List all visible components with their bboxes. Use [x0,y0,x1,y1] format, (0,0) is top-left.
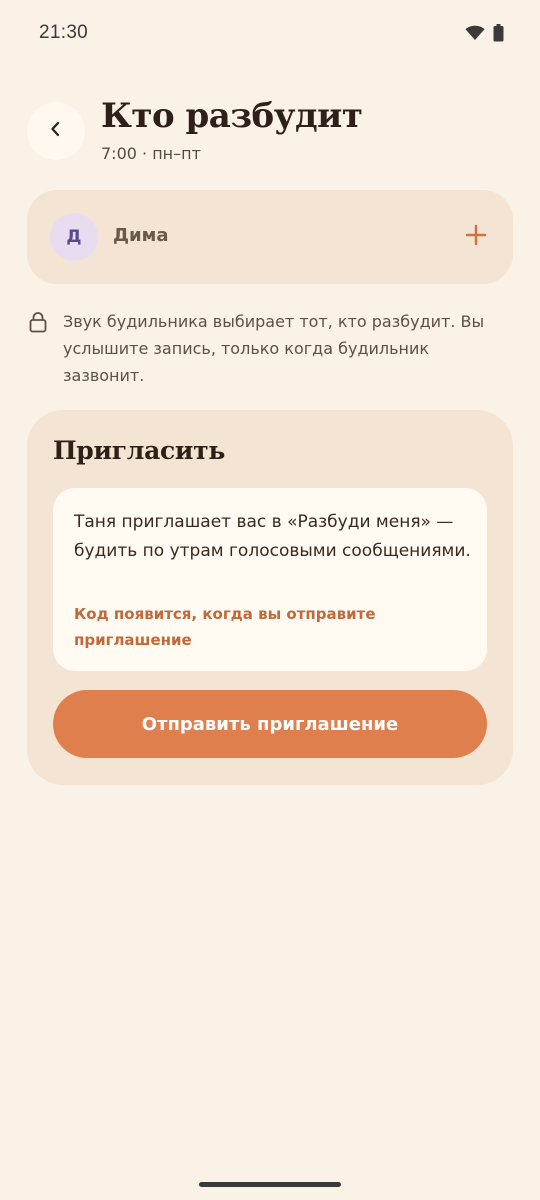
plus-icon [465,224,487,250]
waker-card[interactable]: Д Дима [27,190,513,284]
status-bar: 21:30 [0,0,540,68]
avatar: Д [50,213,98,261]
privacy-text: Звук будильника выбирает тот, кто разбуд… [63,312,485,385]
invite-message-card: Таня приглашает вас в «Разбуди меня» — б… [53,488,487,671]
invite-message: Таня приглашает вас в «Разбуди меня» — б… [74,512,471,561]
chevron-left-icon [49,120,63,142]
waker-name: Дима [113,225,169,246]
home-indicator[interactable] [199,1182,341,1187]
back-button[interactable] [27,102,85,160]
invite-title: Пригласить [53,436,226,465]
invite-card: Пригласить Таня приглашает вас в «Разбуд… [27,410,513,785]
page-title: Кто разбудит [101,96,363,136]
add-waker-button[interactable] [459,220,493,254]
alarm-schedule: 7:00 · пн–пт [101,144,201,163]
lock-icon [29,311,47,333]
status-icons [465,24,504,46]
code-note: Код появится, когда вы отправите приглаш… [74,605,376,649]
battery-icon [493,24,504,46]
wifi-icon [465,25,485,45]
send-invite-button[interactable]: Отправить приглашение [53,690,487,758]
status-time: 21:30 [39,22,89,43]
